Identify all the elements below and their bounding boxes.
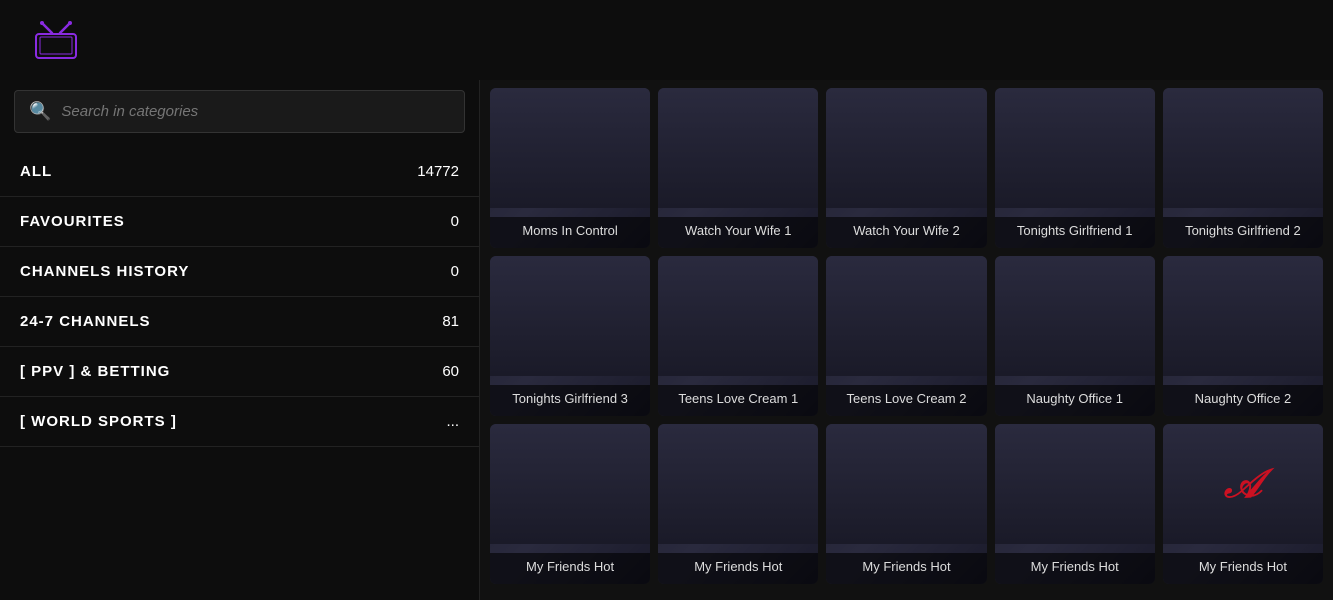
grid-item-label-5: Tonights Girlfriend 3 <box>490 385 650 416</box>
grid-item-thumb-2 <box>826 88 986 208</box>
grid-item-thumb-13 <box>995 424 1155 544</box>
content-area: Moms In Control Watch Your Wife 1 Watch … <box>480 80 1333 600</box>
grid-item-thumb-11 <box>658 424 818 544</box>
grid-item-thumb-1 <box>658 88 818 208</box>
sidebar-item-4[interactable]: [ PPV ] & BETTING 60 <box>0 347 479 397</box>
sidebar-item-count-2: 0 <box>451 263 459 280</box>
sidebar-item-label-4: [ PPV ] & BETTING <box>20 363 170 380</box>
grid-item-label-4: Tonights Girlfriend 2 <box>1163 217 1323 248</box>
grid-item-label-14: My Friends Hot <box>1163 553 1323 584</box>
sidebar-item-count-5: ... <box>446 413 459 430</box>
sidebar-item-0[interactable]: ALL 14772 <box>0 147 479 197</box>
grid-item-5[interactable]: Tonights Girlfriend 3 <box>490 256 650 416</box>
sidebar-item-3[interactable]: 24-7 CHANNELS 81 <box>0 297 479 347</box>
grid-item-4[interactable]: Tonights Girlfriend 2 <box>1163 88 1323 248</box>
grid-item-8[interactable]: Naughty Office 1 <box>995 256 1155 416</box>
grid-item-thumb-9 <box>1163 256 1323 376</box>
grid-item-label-12: My Friends Hot <box>826 553 986 584</box>
grid-item-label-7: Teens Love Cream 2 <box>826 385 986 416</box>
sidebar-item-label-0: ALL <box>20 163 52 180</box>
grid-item-14[interactable]: 𝒜 My Friends Hot <box>1163 424 1323 584</box>
sidebar-item-count-1: 0 <box>451 213 459 230</box>
channel-logo-icon: 𝒜 <box>1224 462 1262 507</box>
grid-item-1[interactable]: Watch Your Wife 1 <box>658 88 818 248</box>
channel-grid: Moms In Control Watch Your Wife 1 Watch … <box>490 88 1323 584</box>
grid-item-label-11: My Friends Hot <box>658 553 818 584</box>
main-content: 🔍 ALL 14772 FAVOURITES 0 CHANNELS HISTOR… <box>0 80 1333 600</box>
sidebar-item-label-2: CHANNELS HISTORY <box>20 263 189 280</box>
grid-item-0[interactable]: Moms In Control <box>490 88 650 248</box>
sidebar-item-count-0: 14772 <box>417 163 459 180</box>
sidebar-item-label-5: [ WORLD SPORTS ] <box>20 413 177 430</box>
grid-item-2[interactable]: Watch Your Wife 2 <box>826 88 986 248</box>
search-box[interactable]: 🔍 <box>14 90 465 133</box>
grid-item-label-2: Watch Your Wife 2 <box>826 217 986 248</box>
grid-item-13[interactable]: My Friends Hot <box>995 424 1155 584</box>
grid-item-label-10: My Friends Hot <box>490 553 650 584</box>
grid-item-thumb-8 <box>995 256 1155 376</box>
grid-item-11[interactable]: My Friends Hot <box>658 424 818 584</box>
grid-item-label-9: Naughty Office 2 <box>1163 385 1323 416</box>
grid-item-thumb-3 <box>995 88 1155 208</box>
grid-item-3[interactable]: Tonights Girlfriend 1 <box>995 88 1155 248</box>
grid-item-9[interactable]: Naughty Office 2 <box>1163 256 1323 416</box>
tv-logo-icon <box>32 21 80 59</box>
sidebar-item-5[interactable]: [ WORLD SPORTS ] ... <box>0 397 479 447</box>
sidebar-item-count-4: 60 <box>442 363 459 380</box>
sidebar-item-count-3: 81 <box>442 313 459 330</box>
header <box>0 0 1333 80</box>
sidebar-item-label-1: FAVOURITES <box>20 213 125 230</box>
grid-item-label-3: Tonights Girlfriend 1 <box>995 217 1155 248</box>
grid-item-label-13: My Friends Hot <box>995 553 1155 584</box>
grid-item-7[interactable]: Teens Love Cream 2 <box>826 256 986 416</box>
grid-item-label-6: Teens Love Cream 1 <box>658 385 818 416</box>
sidebar-item-2[interactable]: CHANNELS HISTORY 0 <box>0 247 479 297</box>
grid-item-thumb-0 <box>490 88 650 208</box>
logo-container <box>32 21 84 59</box>
grid-item-thumb-5 <box>490 256 650 376</box>
search-input[interactable] <box>61 103 450 120</box>
grid-item-6[interactable]: Teens Love Cream 1 <box>658 256 818 416</box>
sidebar: 🔍 ALL 14772 FAVOURITES 0 CHANNELS HISTOR… <box>0 80 480 600</box>
sidebar-items: ALL 14772 FAVOURITES 0 CHANNELS HISTORY … <box>0 147 479 600</box>
header-left <box>20 21 116 59</box>
grid-item-thumb-12 <box>826 424 986 544</box>
grid-item-thumb-7 <box>826 256 986 376</box>
grid-item-label-1: Watch Your Wife 1 <box>658 217 818 248</box>
grid-item-10[interactable]: My Friends Hot <box>490 424 650 584</box>
grid-item-thumb-10 <box>490 424 650 544</box>
grid-item-thumb-6 <box>658 256 818 376</box>
grid-item-12[interactable]: My Friends Hot <box>826 424 986 584</box>
sidebar-item-1[interactable]: FAVOURITES 0 <box>0 197 479 247</box>
sidebar-item-label-3: 24-7 CHANNELS <box>20 313 151 330</box>
search-box-icon: 🔍 <box>29 101 51 122</box>
grid-item-label-0: Moms In Control <box>490 217 650 248</box>
grid-item-label-8: Naughty Office 1 <box>995 385 1155 416</box>
grid-item-thumb-14: 𝒜 <box>1163 424 1323 544</box>
grid-item-thumb-4 <box>1163 88 1323 208</box>
